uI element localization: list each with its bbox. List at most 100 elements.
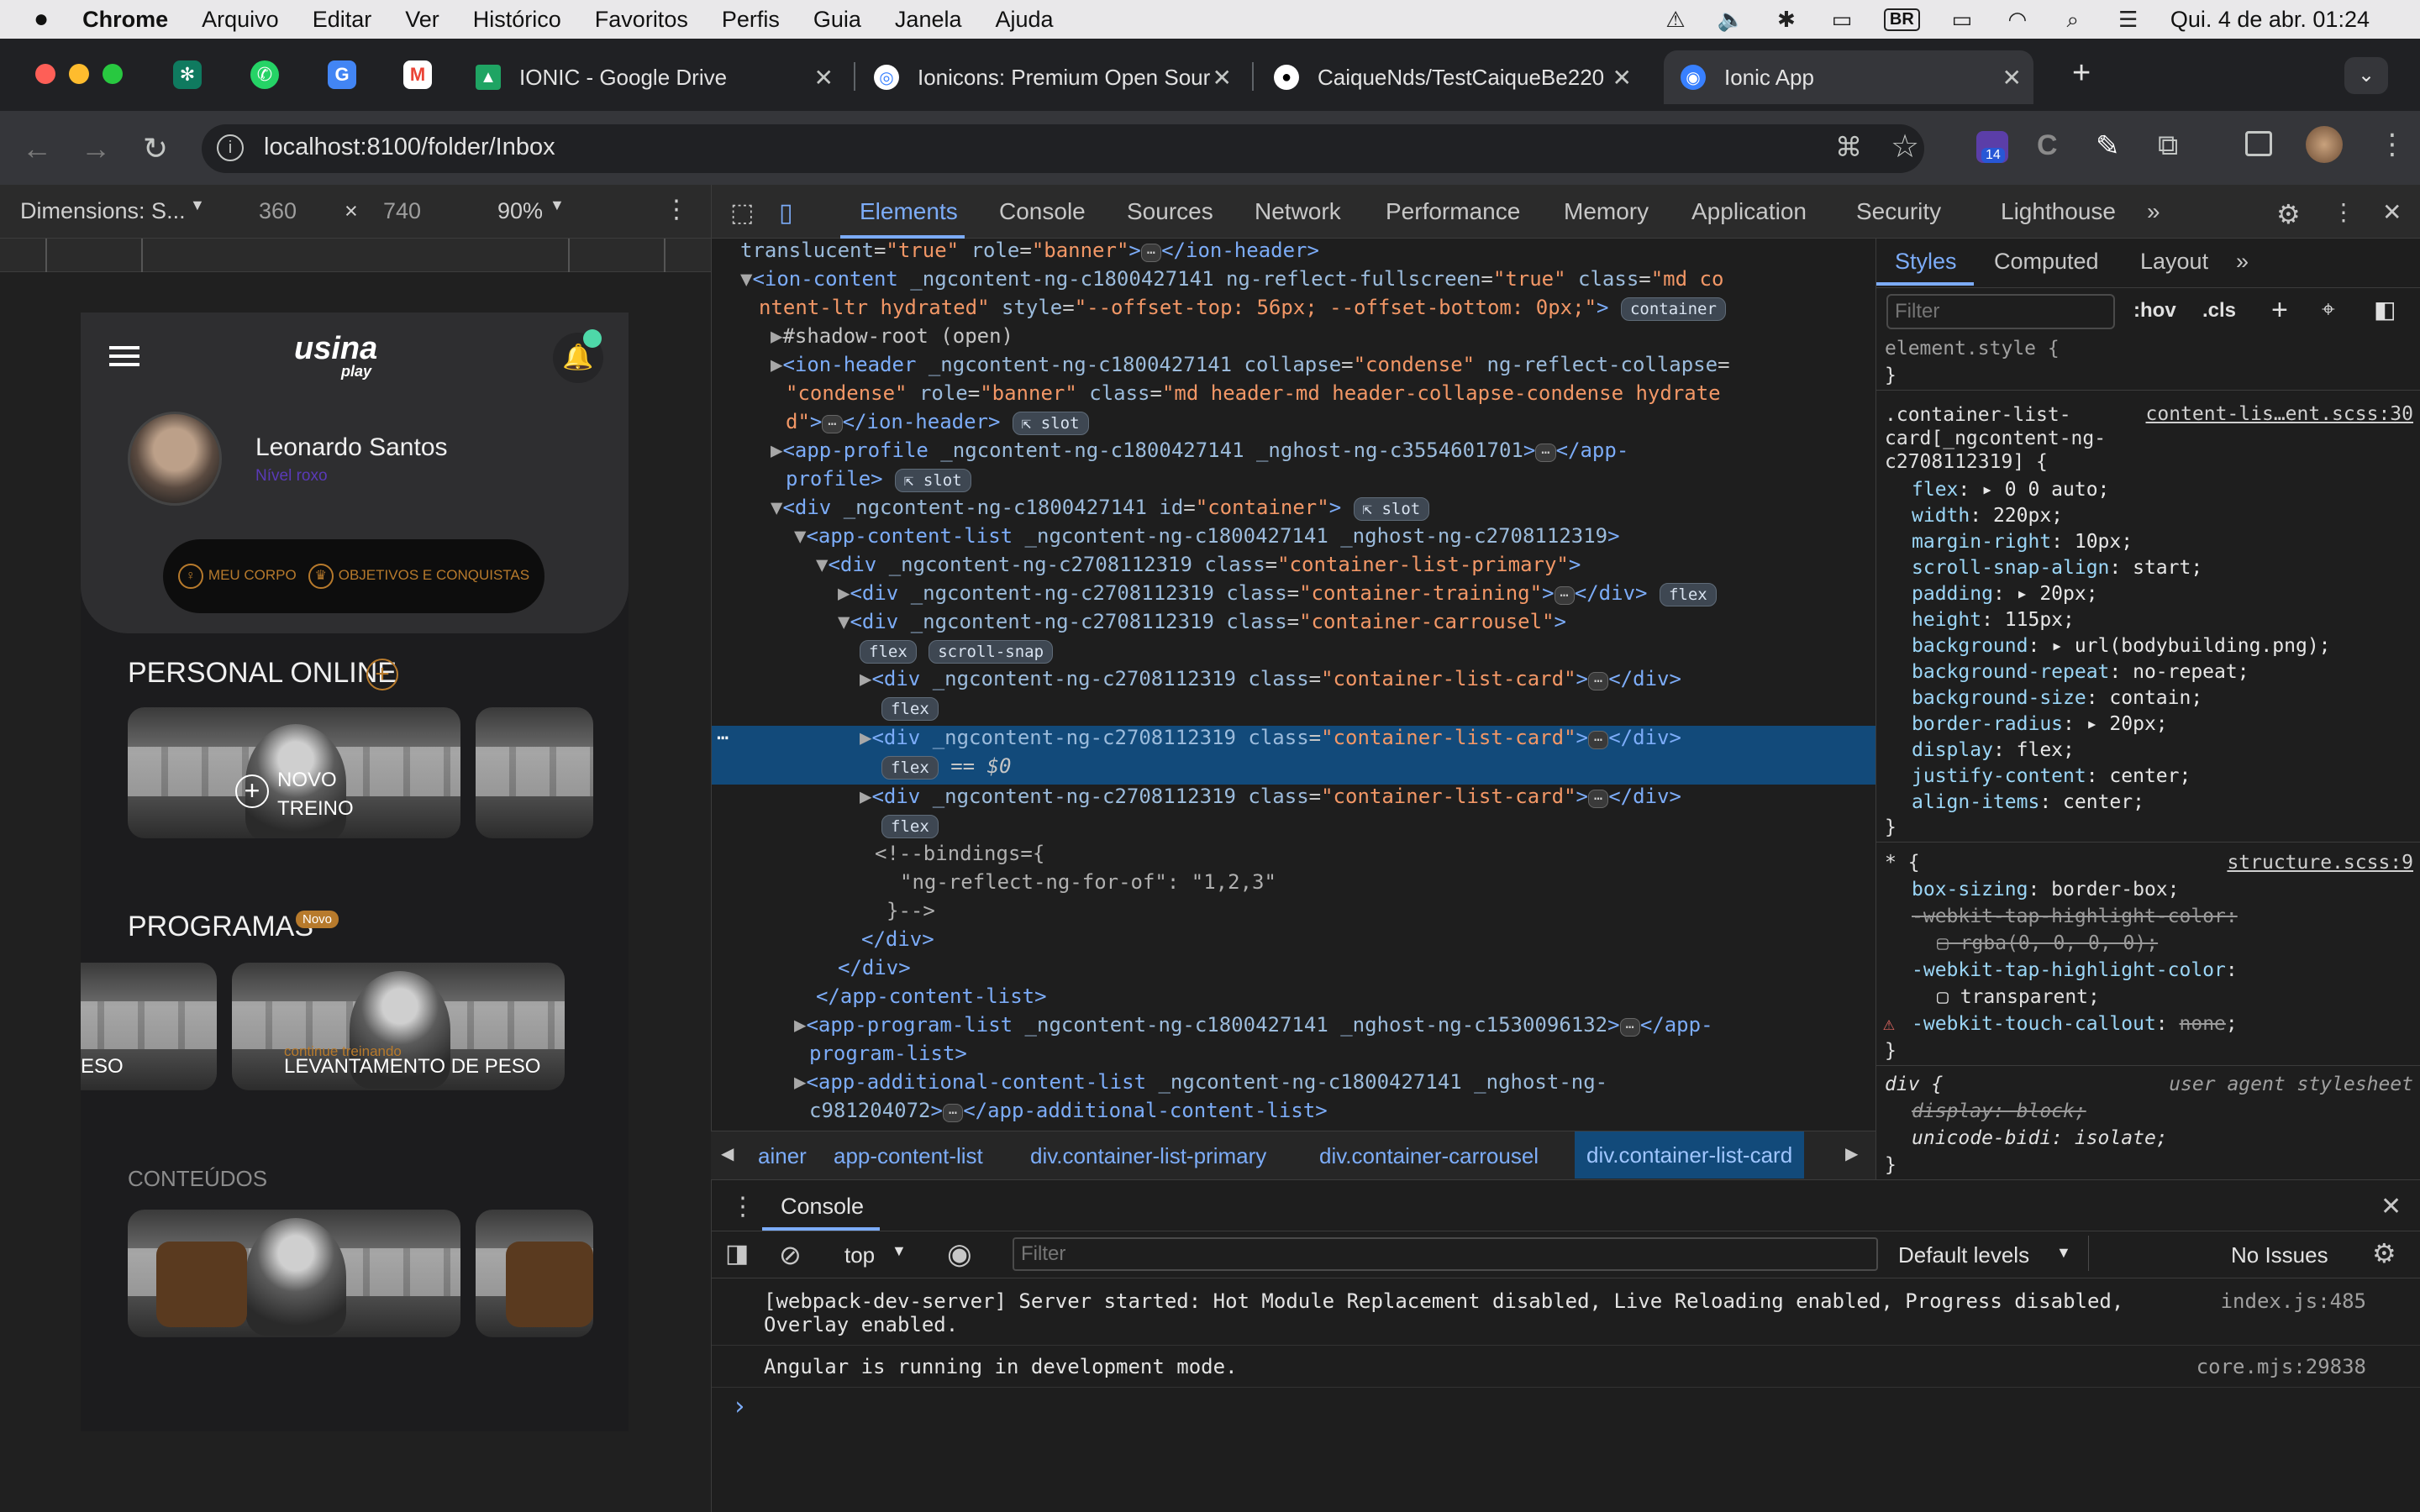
hamburger-menu-icon[interactable] [109,346,139,349]
tree-line[interactable]: </app-content-list> [816,984,1047,1008]
more-tabs-chevron-icon[interactable]: » [2147,198,2160,225]
css-property[interactable]: align-items: center; [1912,791,2144,813]
tree-line[interactable]: ▼<div _ngcontent-ng-c1800427141 id="cont… [771,496,1430,521]
breadcrumb-item[interactable]: div.container-carrousel [1319,1143,1539,1169]
tree-line[interactable]: c981204072> ⋯ </app-additional-content-lis… [809,1099,1328,1122]
menu-item-historico[interactable]: Histórico [473,7,561,33]
more-panes-chevron-icon[interactable]: » [2236,249,2249,275]
tab-ionic-app[interactable]: ◉ Ionic App ✕ [1664,50,2033,104]
tree-line[interactable]: ▶<app-additional-content-list _ngcontent… [794,1070,1607,1094]
close-devtools-icon[interactable]: ✕ [2382,198,2402,226]
tab-application[interactable]: Application [1691,198,1807,225]
program-card-partial[interactable]: ESO [81,963,217,1090]
breadcrumb-scroll-left-icon[interactable]: ◀ [721,1143,734,1164]
device-more-options-icon[interactable]: ⋮ [664,195,689,224]
css-property[interactable]: height: 115px; [1912,609,2075,631]
add-personal-icon[interactable]: + [366,659,398,690]
spotlight-search-icon[interactable]: ⌕ [2060,8,2086,30]
console-prompt[interactable]: › [732,1392,747,1421]
tree-line[interactable]: flex [881,696,939,721]
rule-selector[interactable]: .container-list-card[_ngcontent-ng-c2708… [1885,403,2137,474]
paint-brush-icon[interactable]: ⌖ [2322,296,2335,323]
breadcrumb-item[interactable]: div.container-list-primary [1030,1143,1266,1169]
css-property[interactable]: justify-content: center; [1912,765,2191,787]
breadcrumb-item[interactable]: ainer [758,1143,807,1169]
close-tab-icon[interactable]: ✕ [2002,64,2022,92]
profile-avatar[interactable] [2306,126,2343,163]
css-property[interactable]: -webkit-touch-callout: none; [1912,1013,2238,1035]
wifi-icon[interactable]: ◠ [2004,8,2031,30]
css-property[interactable]: display: flex; [1912,739,2075,761]
tree-line[interactable]: ntent-ltr hydrated" style="--offset-top:… [759,296,1726,321]
tree-line[interactable]: }--> [886,899,935,922]
breadcrumb-item[interactable]: app-content-list [834,1143,983,1169]
tab-github[interactable]: ● CaiqueNds/TestCaiqueBe220 ✕ [1274,50,1644,104]
tree-line[interactable]: ▼<app-content-list _ngcontent-ng-c180042… [794,524,1620,548]
training-card-partial[interactable] [476,707,593,838]
device-toolbar-toggle-icon[interactable]: ▯ [779,198,793,228]
new-style-rule-icon[interactable]: + [2271,294,2288,327]
tab-security[interactable]: Security [1856,198,1941,225]
bookmark-star-icon[interactable]: ☆ [1891,128,1919,165]
meu-corpo-button[interactable]: ♀ MEU CORPO [177,564,297,589]
reload-icon[interactable]: ↻ [143,131,168,166]
menu-item-guia[interactable]: Guia [813,7,861,33]
close-tab-icon[interactable]: ✕ [1612,64,1632,92]
whatsapp-pinned-tab-icon[interactable]: ✆ [250,60,279,89]
tree-line[interactable]: "condense" role="banner" class="md heade… [786,381,1721,405]
console-settings-gear-icon[interactable]: ⚙ [2372,1237,2396,1269]
input-source-badge[interactable]: BR [1883,8,1920,31]
tab-google-drive[interactable]: ▲ IONIC - Google Drive ✕ [476,50,845,104]
css-property-overridden[interactable]: -webkit-tap-highlight-color: [1912,906,2238,927]
menu-app-name[interactable]: Chrome [82,7,168,33]
universal-selector[interactable]: * { [1885,852,1920,874]
element-style-selector[interactable]: element.style { [1885,338,2060,360]
console-message-source[interactable]: core.mjs:29838 [2196,1355,2366,1378]
media-query-ruler[interactable] [0,239,711,272]
tab-search-chevron-icon[interactable]: ⌄ [2344,57,2388,94]
menu-item-ver[interactable]: Ver [405,7,439,33]
tree-line-selected[interactable]: flex == $0 [881,754,1011,780]
bluetooth-icon[interactable]: ✱ [1773,8,1800,30]
tab-styles[interactable]: Styles [1895,249,1957,275]
console-sidebar-icon[interactable]: ◨ [725,1239,749,1268]
menu-item-arquivo[interactable]: Arquivo [202,7,279,33]
tab-sources[interactable]: Sources [1127,198,1213,225]
display-icon[interactable]: ▭ [1828,8,1855,30]
rule-source-link[interactable]: structure.scss:9 [2227,852,2413,874]
tree-line[interactable]: profile> ⇱ slot [786,467,971,492]
menu-item-editar[interactable]: Editar [313,7,372,33]
tree-line[interactable]: d"> ⋯ </ion-header> ⇱ slot [786,410,1089,435]
close-window-button[interactable] [35,64,55,84]
tree-line[interactable]: ▼<ion-content _ngcontent-ng-c1800427141 … [740,267,1723,291]
side-panel-icon[interactable] [2245,131,2272,156]
tree-line[interactable]: <!--bindings={ [875,842,1044,865]
dimensions-dropdown[interactable]: Dimensions: S... [20,198,186,224]
back-arrow-icon[interactable]: ← [22,131,52,166]
puzzle-extensions-icon[interactable]: ⧉ [2158,129,2178,162]
device-width-input[interactable]: 360 [259,198,297,224]
battery-icon[interactable]: ▭ [1949,8,1975,30]
eyedropper-icon[interactable]: ✎ [2096,129,2120,163]
site-info-icon[interactable]: i [217,134,244,161]
tree-line[interactable]: ▶<app-profile _ngcontent-ng-c1800427141 … [771,438,1628,462]
issues-counter[interactable]: No Issues [2231,1242,2328,1268]
tab-network[interactable]: Network [1255,198,1341,225]
css-property[interactable]: -webkit-tap-highlight-color: [1912,959,2238,981]
css-property[interactable]: unicode-bidi: isolate; [1912,1127,2168,1149]
css-property[interactable]: padding: ▸ 20px; [1912,583,2098,605]
css-property[interactable]: width: 220px; [1912,505,2063,527]
menu-item-ajuda[interactable]: Ajuda [996,7,1054,33]
chrome-menu-icon[interactable]: ⋮ [2378,128,2407,161]
tab-elements[interactable]: Elements [860,198,958,225]
css-property[interactable]: margin-right: 10px; [1912,531,2133,553]
css-property-overridden[interactable]: ▢ rgba(0, 0, 0, 0); [1937,932,2158,954]
live-expression-eye-icon[interactable]: ◉ [947,1237,972,1271]
translate-icon[interactable]: ⌘ [1835,131,1862,163]
rule-source-link[interactable]: content-lis…ent.scss:30 [2146,403,2414,425]
warning-icon[interactable]: ⚠ [1662,8,1689,30]
tab-console[interactable]: Console [999,198,1086,225]
zoom-dropdown[interactable]: 90% [497,198,543,224]
extension-c-icon[interactable]: C [2037,129,2058,162]
tree-line[interactable]: ▼<div _ngcontent-ng-c2708112319 class="c… [816,553,1581,576]
